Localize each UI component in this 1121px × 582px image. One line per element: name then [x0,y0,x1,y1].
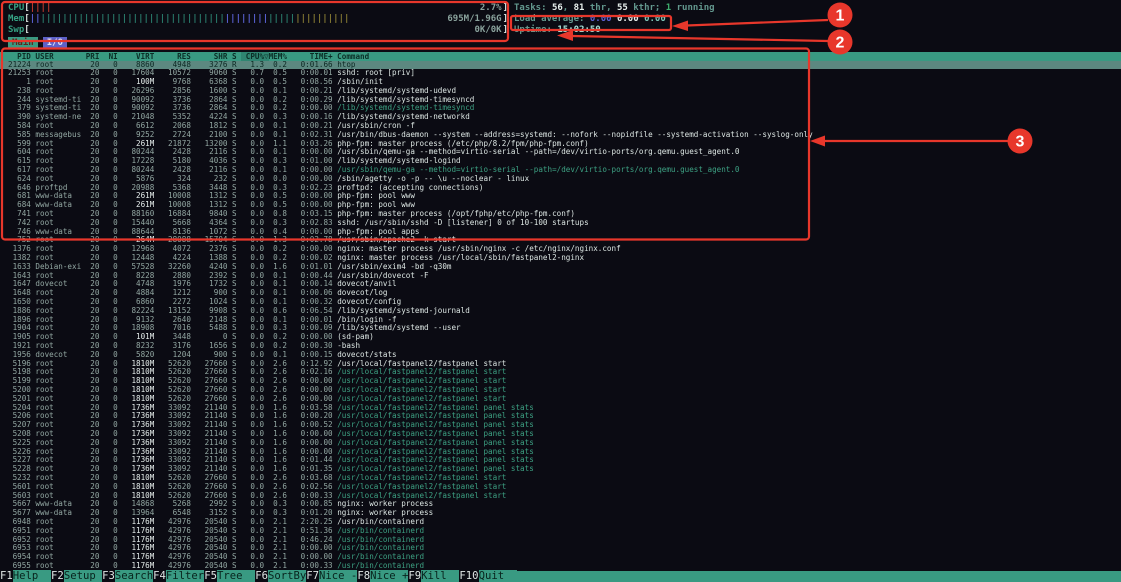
tab-io[interactable]: I/O [43,37,67,49]
summary-panel: Tasks: 56, 81 thr, 55 kthr; 1 runningLoa… [514,3,715,36]
annotation-badge-1 [828,3,853,28]
fkey-kill[interactable]: F9Kill [408,571,459,582]
fkey-help[interactable]: F1Help [0,571,51,582]
process-table: 21224 root 20 0 8860 4948 3276 R 1.3 0.2… [0,61,1121,571]
uptime-line: Uptime: 15:02:50 [514,25,715,36]
tasks-line: Tasks: 56, 81 thr, 55 kthr; 1 running [514,3,715,14]
annotation-arrow-2-shaft [572,36,828,41]
annotation-badge-1-number: 1 [836,8,845,25]
annotation-badge-2-number: 2 [836,35,845,52]
fkey-filter[interactable]: F4Filter [153,571,204,582]
screen-tabs: Main I/O [8,37,67,49]
fkey-sortby[interactable]: F6SortBy [255,571,306,582]
htop-terminal: CPU[||||2.7%]Mem[|||||||||||||||||||||||… [0,0,1121,582]
fkey-nice[interactable]: F8Nice + [357,571,408,582]
fkey-quit[interactable]: F10Quit [459,571,516,582]
tab-main[interactable]: Main [8,37,38,49]
meters-panel: CPU[||||2.7%]Mem[|||||||||||||||||||||||… [8,3,508,36]
fkey-nice[interactable]: F7Nice - [306,571,357,582]
function-key-bar: F1Help F2Setup F3SearchF4FilterF5Tree F6… [0,571,1121,582]
swp-meter: Swp[0K/0K] [8,25,508,36]
fkey-tree[interactable]: F5Tree [204,571,255,582]
cpu-meter: CPU[||||2.7%] [8,3,508,14]
fkey-search[interactable]: F3Search [102,571,153,582]
fbar-filler [517,571,1121,582]
fkey-setup[interactable]: F2Setup [51,571,102,582]
mem-meter: Mem[||||||||||||||||||||||||||||||||||||… [8,14,508,25]
load-average-line: Load average: 0.00 0.00 0.00 [514,14,715,25]
